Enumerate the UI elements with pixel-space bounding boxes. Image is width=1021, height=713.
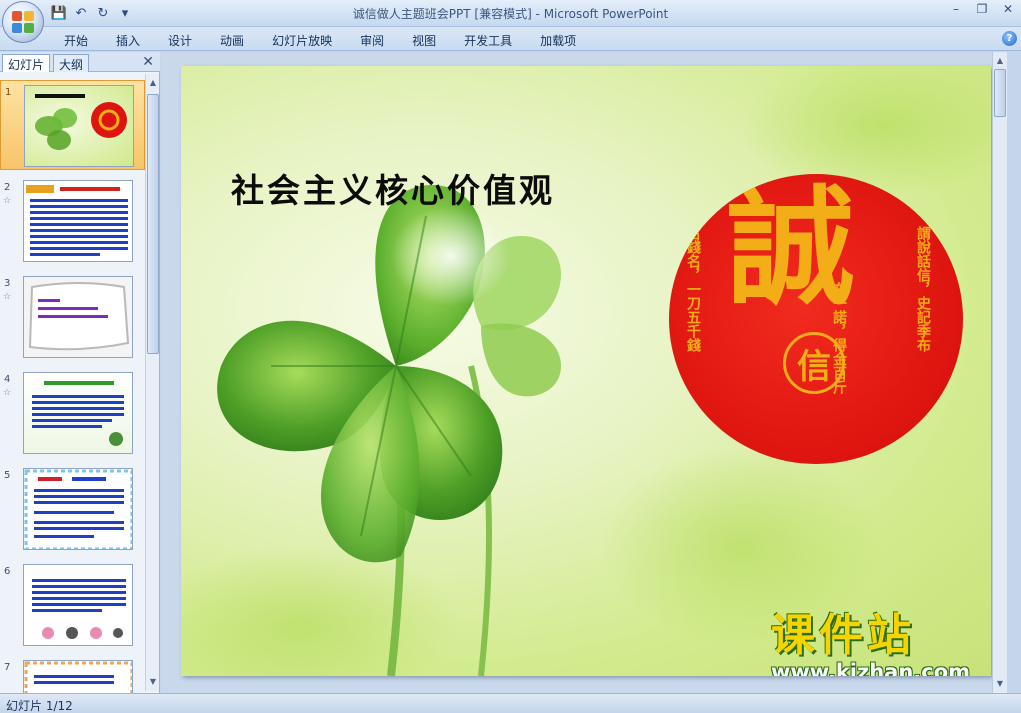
slide-editing-area: 社会主义核心价值观 古錢名，一刀五千錢 布一諾，得金百斤 謂說話信，史記季布 誠… xyxy=(161,52,1007,693)
scroll-up-icon[interactable]: ▲ xyxy=(994,54,1006,68)
slide-number: 7 xyxy=(4,662,11,673)
slide-preview xyxy=(23,276,133,358)
ribbon-tabs: 开始 插入 设计 动画 幻灯片放映 审阅 视图 开发工具 加载项 xyxy=(50,30,590,51)
seal-small-character: 信 xyxy=(783,332,845,394)
tab-slides[interactable]: 幻灯片 xyxy=(2,54,51,72)
seal-left-inscription: 古錢名，一刀五千錢 xyxy=(685,226,701,352)
status-bar: 幻灯片 1/12 xyxy=(0,693,1021,713)
tab-design[interactable]: 设计 xyxy=(154,30,206,51)
slide-scrollbar[interactable]: ▲ ▼ xyxy=(992,52,1007,693)
tab-slideshow[interactable]: 幻灯片放映 xyxy=(258,30,346,51)
slide-number: 3 xyxy=(4,278,11,289)
slide-preview xyxy=(23,468,133,550)
slide-thumbnail-2[interactable]: 2 ☆ xyxy=(0,176,145,266)
watermark-url: www.kjzhan.com xyxy=(771,660,971,676)
slide-thumbnail-1[interactable]: 1 xyxy=(0,80,145,170)
slide-canvas[interactable]: 社会主义核心价值观 古錢名，一刀五千錢 布一諾，得金百斤 謂說話信，史記季布 誠… xyxy=(181,66,991,676)
slide-thumbnail-4[interactable]: 4 ☆ xyxy=(0,368,145,458)
scroll-thumb[interactable] xyxy=(147,94,159,354)
slide-number: 4 xyxy=(4,374,11,385)
tab-insert[interactable]: 插入 xyxy=(102,30,154,51)
scroll-thumb[interactable] xyxy=(994,69,1006,117)
slide-thumbnails: 1 2 ☆ 3 ☆ 4 ☆ 5 6 7 xyxy=(0,74,145,693)
thumbnails-scrollbar[interactable]: ▲ ▼ xyxy=(145,74,159,691)
slide-title[interactable]: 社会主义核心价值观 xyxy=(231,164,555,212)
tab-outline[interactable]: 大纲 xyxy=(53,54,90,72)
restore-button[interactable]: ❐ xyxy=(969,0,995,18)
cheng-seal-image: 古錢名，一刀五千錢 布一諾，得金百斤 謂說話信，史記季布 誠 信 xyxy=(669,174,963,464)
slides-pane: 幻灯片 大纲 ✕ 1 2 ☆ 3 ☆ 4 ☆ 5 6 7 ▲ ▼ xyxy=(0,52,160,693)
seal-main-character: 誠 xyxy=(727,174,856,323)
animation-star-icon: ☆ xyxy=(3,196,12,206)
minimize-button[interactable]: – xyxy=(943,0,969,18)
tab-developer[interactable]: 开发工具 xyxy=(450,30,526,51)
slide-preview xyxy=(23,564,133,646)
scroll-up-icon[interactable]: ▲ xyxy=(147,76,159,90)
title-bar: 💾 ↶ ↻ ▾ 诚信做人主题班会PPT [兼容模式] - Microsoft P… xyxy=(0,0,1021,27)
slide-number: 1 xyxy=(5,87,12,98)
tab-animations[interactable]: 动画 xyxy=(206,30,258,51)
pane-tabs: 幻灯片 大纲 ✕ xyxy=(0,52,160,72)
slide-number: 6 xyxy=(4,566,11,577)
slide-thumbnail-7[interactable]: 7 xyxy=(0,656,145,693)
office-logo-icon xyxy=(12,11,34,33)
animation-star-icon: ☆ xyxy=(3,292,12,302)
window-title: 诚信做人主题班会PPT [兼容模式] - Microsoft PowerPoin… xyxy=(352,7,669,21)
scroll-down-icon[interactable]: ▼ xyxy=(994,677,1006,691)
slide-preview xyxy=(23,372,133,454)
close-pane-icon[interactable]: ✕ xyxy=(142,54,154,70)
seal-right-inscription: 謂說話信，史記季布 xyxy=(915,226,931,352)
slide-thumbnail-5[interactable]: 5 xyxy=(0,464,145,554)
ribbon: 开始 插入 设计 动画 幻灯片放映 审阅 视图 开发工具 加载项 ? xyxy=(0,27,1021,51)
slide-thumbnail-6[interactable]: 6 xyxy=(0,560,145,650)
office-button[interactable] xyxy=(2,1,44,43)
close-button[interactable]: ✕ xyxy=(995,0,1021,18)
tab-view[interactable]: 视图 xyxy=(398,30,450,51)
slide-thumbnail-3[interactable]: 3 ☆ xyxy=(0,272,145,362)
animation-star-icon: ☆ xyxy=(3,388,12,398)
slide-preview xyxy=(23,180,133,262)
tab-review[interactable]: 审阅 xyxy=(346,30,398,51)
tab-home[interactable]: 开始 xyxy=(50,30,102,51)
watermark-title: 课件站 xyxy=(771,610,915,661)
slide-number: 5 xyxy=(4,470,11,481)
tab-addins[interactable]: 加载项 xyxy=(526,30,590,51)
help-icon[interactable]: ? xyxy=(1002,31,1017,46)
slide-counter: 幻灯片 1/12 xyxy=(6,699,73,713)
slide-preview xyxy=(24,85,134,167)
slide-number: 2 xyxy=(4,182,11,193)
slide-preview xyxy=(23,660,133,693)
scroll-down-icon[interactable]: ▼ xyxy=(147,675,159,689)
window-controls: – ❐ ✕ xyxy=(943,0,1021,18)
watermark-logo: 课件站 www.kjzhan.com xyxy=(771,610,991,677)
